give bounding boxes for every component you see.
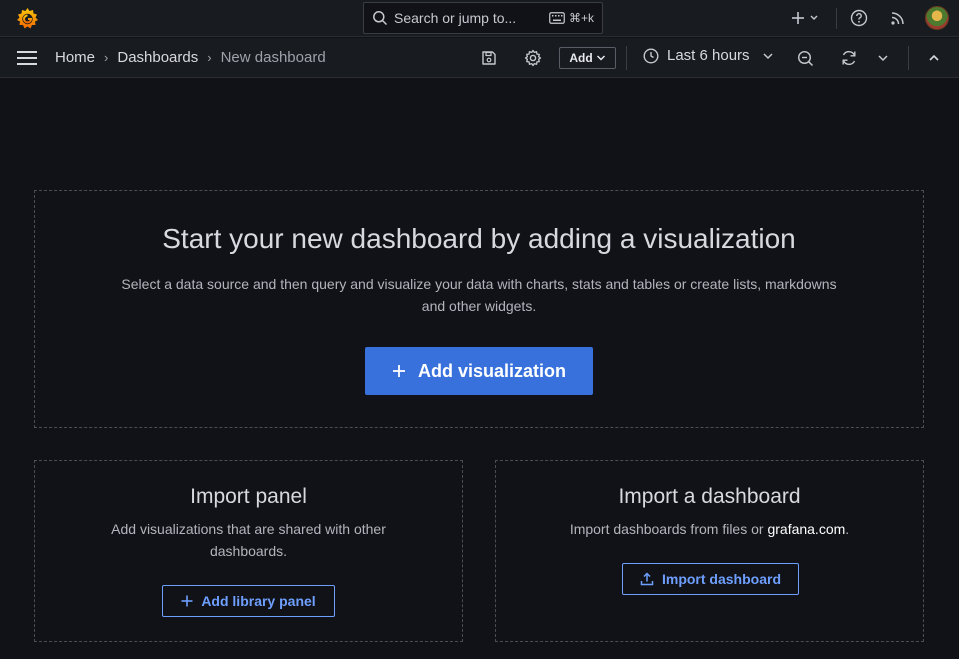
import-panel-description: Add visualizations that are shared with …: [111, 521, 386, 559]
hero-description: Select a data source and then query and …: [121, 276, 837, 314]
refresh-interval-dropdown[interactable]: [873, 48, 893, 68]
import-dashboard-title: Import a dashboard: [618, 485, 801, 508]
news-button[interactable]: [888, 8, 908, 28]
import-dashboard-card: Import a dashboard Import dashboards fro…: [495, 460, 924, 642]
breadcrumb-current: New dashboard: [220, 49, 326, 66]
save-icon: [482, 51, 496, 65]
divider: [836, 8, 837, 29]
upload-icon: [640, 572, 654, 586]
search-placeholder: Search or jump to...: [394, 10, 517, 26]
add-library-panel-label: Add library panel: [201, 593, 316, 609]
breadcrumb-home[interactable]: Home: [55, 49, 95, 66]
time-range-label: Last 6 hours: [667, 47, 750, 64]
divider: [626, 46, 627, 70]
collapse-toolbar-button[interactable]: [924, 48, 944, 68]
breadcrumb-dashboards[interactable]: Dashboards: [117, 49, 198, 66]
breadcrumb-separator: ›: [104, 50, 109, 65]
add-visualization-label: Add visualization: [417, 360, 567, 381]
import-dashboard-description-text: Import dashboards from files or: [569, 521, 768, 537]
gear-icon: [524, 49, 542, 67]
import-dashboard-label: Import dashboard: [661, 571, 781, 587]
chevron-down-icon: [596, 55, 605, 61]
chevron-down-icon: [763, 52, 773, 59]
refresh-button[interactable]: [839, 48, 859, 68]
new-dropdown-button[interactable]: [789, 8, 823, 28]
import-dashboard-description-end: .: [845, 521, 850, 537]
add-button-label: Add: [569, 51, 593, 65]
chevron-down-icon: [878, 55, 888, 62]
import-panel-title: Import panel: [190, 485, 307, 508]
breadcrumb-separator: ›: [207, 50, 212, 65]
hamburger-icon[interactable]: [17, 49, 37, 67]
divider: [908, 46, 909, 70]
dashboard-toolbar: Home › Dashboards › New dashboard Add La…: [0, 38, 959, 78]
refresh-icon: [842, 50, 856, 66]
keyboard-shortcut: ⌘+k: [549, 11, 594, 25]
clock-icon: [643, 47, 659, 64]
plus-icon: [392, 365, 405, 377]
rss-icon: [891, 12, 904, 25]
import-panel-card: Import panel Add visualizations that are…: [34, 460, 463, 642]
grafana-com-link[interactable]: grafana.com: [767, 521, 845, 537]
keyboard-icon: [549, 12, 565, 24]
shortcut-label: ⌘+k: [568, 11, 594, 25]
chevron-up-icon: [929, 54, 939, 61]
add-visualization-button[interactable]: Add visualization: [365, 347, 593, 395]
plus-icon: [181, 595, 193, 607]
save-button[interactable]: [479, 48, 499, 68]
import-dashboard-button[interactable]: Import dashboard: [622, 563, 799, 595]
import-dashboard-description: Import dashboards from files or grafana.…: [536, 518, 883, 540]
time-range-picker[interactable]: Last 6 hours: [643, 47, 774, 64]
zoom-out-icon: [797, 50, 813, 66]
add-library-panel-button[interactable]: Add library panel: [162, 585, 335, 617]
grafana-logo-icon[interactable]: [15, 6, 40, 31]
search-input[interactable]: Search or jump to... ⌘+k: [363, 2, 603, 34]
breadcrumb: Home › Dashboards › New dashboard: [55, 49, 326, 66]
user-avatar[interactable]: [925, 6, 949, 30]
zoom-out-button[interactable]: [795, 48, 815, 68]
empty-dashboard-hero: Start your new dashboard by adding a vis…: [34, 190, 924, 428]
help-button[interactable]: [849, 8, 869, 28]
search-icon: [373, 11, 388, 26]
add-button[interactable]: Add: [559, 47, 616, 69]
settings-button[interactable]: [523, 48, 543, 68]
hero-title: Start your new dashboard by adding a vis…: [162, 223, 796, 254]
plus-icon: [792, 12, 818, 24]
help-icon: [850, 9, 868, 27]
top-bar: Search or jump to... ⌘+k: [0, 0, 959, 37]
